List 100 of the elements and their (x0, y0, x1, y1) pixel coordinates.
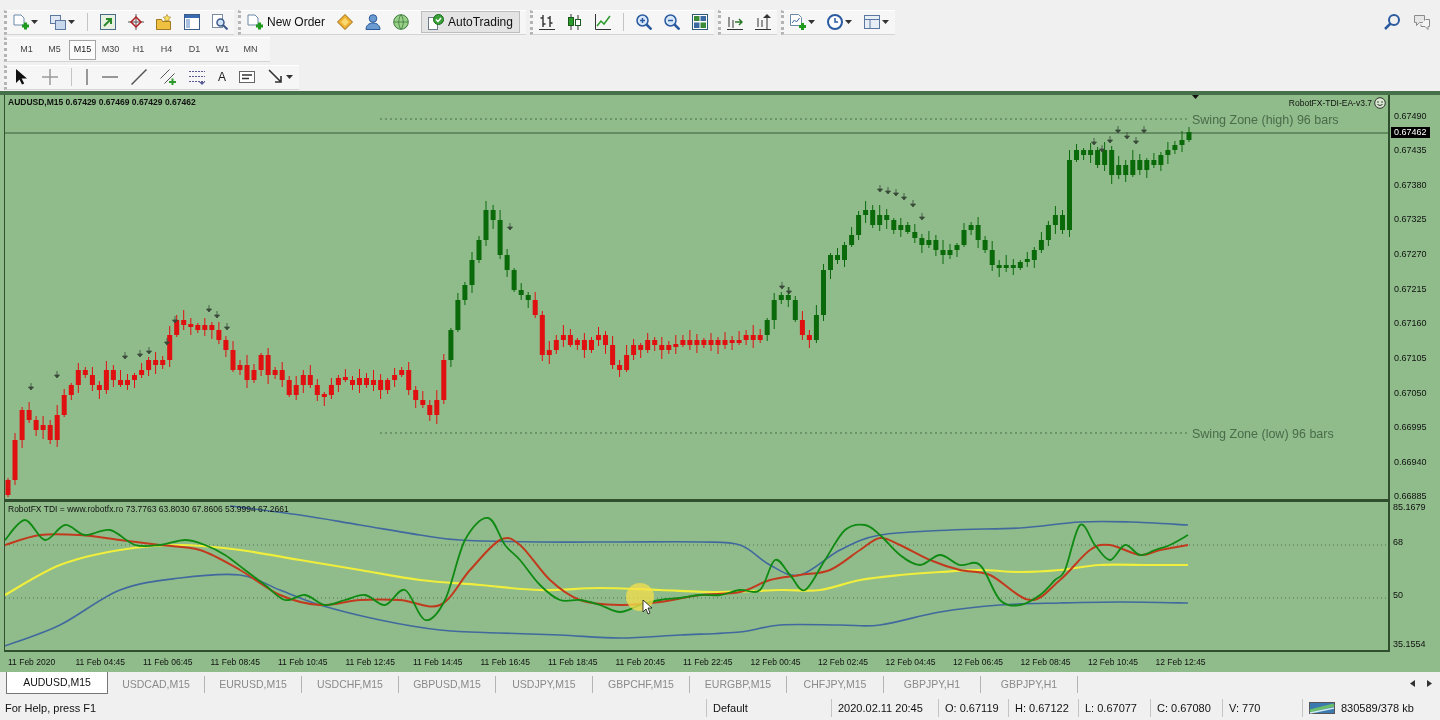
traffic-counter: 830589/378 kb (1341, 701, 1414, 716)
smiley-icon (1374, 97, 1386, 109)
time-axis-label: 11 Feb 2020 (8, 655, 57, 669)
chart-plus-icon (789, 14, 806, 30)
arrow-marker-icon (224, 322, 230, 331)
timeframe-button[interactable]: M30 (97, 39, 124, 60)
timeframe-button[interactable]: W1 (209, 39, 236, 60)
scroll-left-icon[interactable] (1410, 680, 1415, 687)
periods-button[interactable] (826, 14, 852, 30)
arrow-marker-icon (1115, 125, 1121, 134)
help-text: For Help, press F1 (4, 700, 98, 716)
arrow-marker-icon (901, 192, 907, 201)
chart-tab[interactable]: AUDUSD,M15 (6, 672, 108, 694)
arrows-button[interactable] (268, 69, 293, 85)
line-chart-icon[interactable] (594, 14, 611, 30)
price-axis-label: 0.67325 (1393, 214, 1428, 226)
new-order-button[interactable]: New Order (247, 13, 325, 31)
label-box-icon[interactable] (239, 69, 255, 85)
volume-value: V: 770 (1229, 701, 1261, 716)
text-tool-button[interactable]: A (218, 70, 226, 84)
arrow-marker-icon (1141, 125, 1147, 134)
arrow-marker-icon (137, 349, 143, 358)
chart-arrow-icon[interactable] (726, 14, 743, 30)
caret-icon (31, 20, 38, 24)
speech-bubbles-icon[interactable] (1414, 14, 1430, 30)
candlestick-icon[interactable] (566, 14, 583, 30)
vertical-line-icon[interactable] (85, 69, 89, 85)
chart-shift-marker-icon (1192, 95, 1199, 99)
timeframe-button[interactable]: MN (237, 39, 264, 60)
bar-chart-icon[interactable] (538, 14, 555, 30)
price-axis-label: 0.67435 (1393, 145, 1428, 157)
timeframe-button[interactable]: M1 (13, 39, 40, 60)
price-axis-label: 0.67105 (1393, 352, 1428, 364)
time-axis-label: 11 Feb 12:45 (345, 655, 396, 669)
arrow-marker-icon (146, 346, 152, 355)
arrow-marker-icon (1099, 144, 1105, 153)
time-axis-label: 11 Feb 14:45 (413, 655, 464, 669)
time-axis-label: 12 Feb 06:45 (953, 655, 1005, 669)
document-magnifier-icon[interactable] (212, 14, 228, 30)
timeframe-button[interactable]: H4 (153, 39, 180, 60)
templates-button[interactable] (863, 14, 889, 30)
chart-header-text: AUDUSD,M15 0.67429 0.67469 0.67429 0.67462 (8, 96, 196, 109)
price-axis-label: 0.67050 (1393, 387, 1428, 399)
cursor-highlight (626, 583, 654, 611)
time-axis-label: 11 Feb 08:45 (210, 655, 261, 669)
person-icon[interactable] (365, 14, 381, 30)
profiles-button[interactable] (50, 14, 75, 30)
arrow-marker-icon (1133, 136, 1139, 145)
timeframe-button[interactable]: H1 (125, 39, 152, 60)
autotrading-button[interactable]: AutoTrading (421, 11, 520, 33)
horizontal-levels-icon[interactable] (189, 69, 205, 85)
time-axis-label: 12 Feb 10:45 (1088, 655, 1140, 669)
document-check-icon (428, 14, 444, 30)
bar-time: 2020.02.11 20:45 (838, 701, 923, 716)
price-axis-label: 0.67380 (1393, 179, 1428, 191)
high-price: H: 0.67122 (1015, 701, 1069, 716)
crosshair-icon[interactable] (128, 14, 144, 30)
parallel-lines-icon[interactable] (160, 69, 176, 85)
new-chart-button[interactable] (13, 14, 38, 30)
profile-name: Default (713, 701, 748, 716)
close-price: C: 0.67080 (1157, 701, 1211, 716)
diagonal-line-icon[interactable] (131, 69, 147, 85)
expert-name: RobotFX-TDI-EA-v3.7 (1288, 97, 1372, 110)
window-icon[interactable] (184, 14, 200, 30)
timeframe-button[interactable]: D1 (181, 39, 208, 60)
globe-icon[interactable] (393, 14, 409, 30)
time-axis-label: 12 Feb 00:45 (750, 655, 802, 669)
time-axis-label: 11 Feb 10:45 (278, 655, 329, 669)
indicator-header-text: RobotFX TDI = www.robotfx.ro 73.7763 63.8030 67.8606 53.9994 67.2661 (8, 503, 289, 516)
arrow-marker-icon (164, 337, 170, 346)
time-axis-label: 11 Feb 06:45 (143, 655, 194, 669)
arrow-marker-icon (1091, 137, 1097, 146)
grid-icon[interactable] (691, 14, 708, 30)
indicators-button[interactable] (789, 14, 815, 30)
horizontal-line-icon[interactable] (102, 75, 118, 79)
diamond-icon[interactable] (337, 14, 353, 30)
time-axis-label: 11 Feb 04:45 (75, 655, 126, 669)
swing-zone-label: Swing Zone (high) 96 bars (1192, 112, 1339, 129)
timeframe-button[interactable]: M5 (41, 39, 68, 60)
time-axis-label: 12 Feb 08:45 (1020, 655, 1072, 669)
caret-icon (286, 75, 293, 79)
mouse-pointer-icon (642, 599, 653, 615)
zoom-in-icon[interactable] (635, 14, 652, 30)
arrow-marker-icon (1124, 131, 1130, 140)
timeframe-button[interactable]: M15 (69, 39, 96, 60)
arrow-marker-icon (893, 188, 899, 197)
connection-bars-icon (1309, 702, 1335, 714)
zoom-out-icon[interactable] (663, 14, 680, 30)
cursor-arrow-icon[interactable] (13, 69, 29, 85)
folder-star-icon[interactable] (156, 14, 172, 30)
price-axis-label: 0.66995 (1393, 422, 1428, 434)
scroll-right-icon[interactable] (1427, 680, 1432, 687)
swing-zone-label: Swing Zone (low) 96 bars (1192, 426, 1334, 443)
open-price: O: 0.67119 (945, 701, 999, 716)
caret-icon (881, 20, 889, 24)
arrow-marker-icon (910, 199, 916, 208)
bars-marker-icon[interactable] (754, 14, 771, 30)
search-icon[interactable] (1384, 14, 1400, 30)
indicator-axis-label: 35.1554 (1392, 639, 1426, 650)
indicator-axis-label: 68 (1392, 537, 1403, 548)
